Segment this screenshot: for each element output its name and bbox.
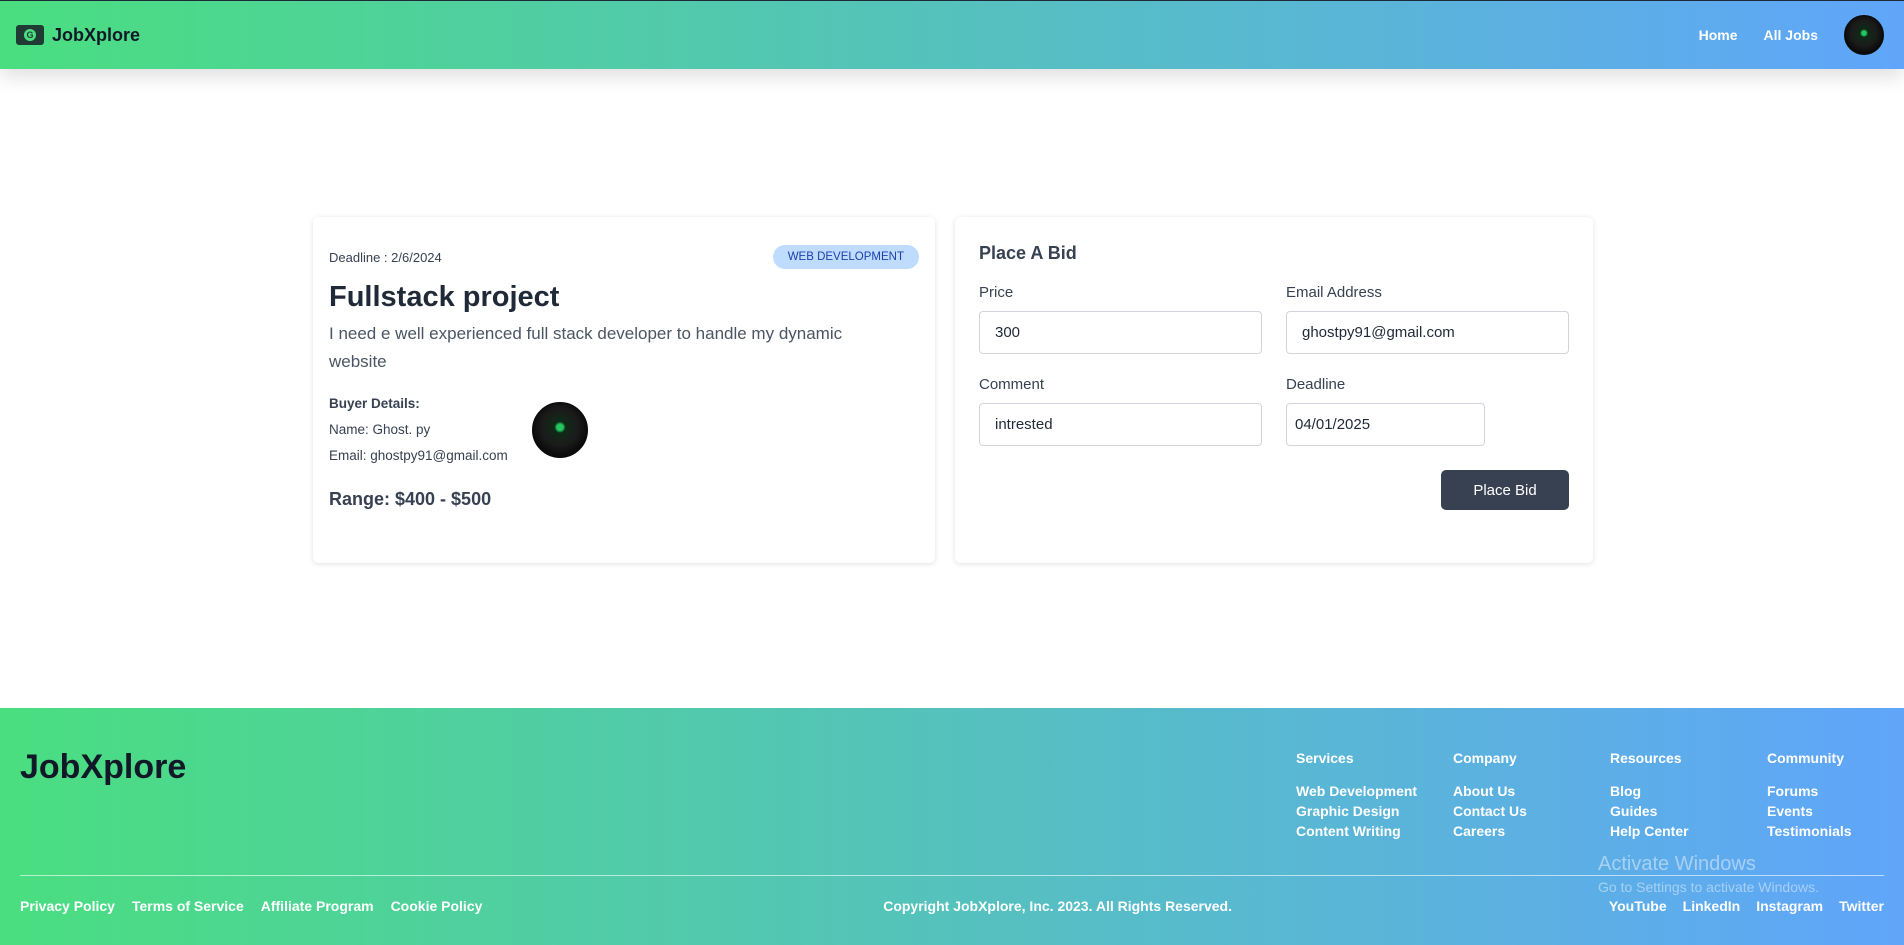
price-input[interactable]: [979, 311, 1262, 354]
navbar: G JobXplore Home All Jobs: [0, 0, 1904, 69]
price-group: Price: [979, 284, 1262, 354]
footer-col-title: Company: [1453, 750, 1517, 766]
bid-form: Price Email Address Comment Deadline: [979, 284, 1569, 446]
footer-link-content-writing[interactable]: Content Writing: [1296, 821, 1453, 841]
watermark-subtitle: Go to Settings to activate Windows.: [1598, 879, 1819, 895]
footer-link-careers[interactable]: Careers: [1453, 821, 1610, 841]
footer: JobXplore Services Web Development Graph…: [0, 708, 1904, 945]
watermark-title: Activate Windows: [1598, 853, 1756, 875]
place-bid-card: Place A Bid Price Email Address Comment …: [955, 217, 1593, 563]
email-label: Email Address: [1286, 284, 1382, 301]
footer-col-title: Resources: [1610, 750, 1682, 766]
job-meta: Deadline : 2/6/2024 WEB DEVELOPMENT: [329, 245, 919, 269]
footer-col-resources: Resources Blog Guides Help Center: [1610, 750, 1767, 841]
buyer-info: Buyer Details: Name: Ghost. py Email: gh…: [329, 396, 532, 463]
place-bid-button[interactable]: Place Bid: [1441, 470, 1569, 510]
footer-link-testimonials[interactable]: Testimonials: [1767, 821, 1904, 841]
privacy-policy-link[interactable]: Privacy Policy: [20, 898, 115, 914]
deadline-input[interactable]: [1286, 403, 1485, 446]
brand-logo-icon: G: [16, 25, 44, 45]
buyer-heading: Buyer Details:: [329, 396, 420, 411]
footer-col-company: Company About Us Contact Us Careers: [1453, 750, 1610, 841]
buyer-avatar: [532, 401, 588, 458]
footer-bottom: Privacy Policy Terms of Service Affiliat…: [20, 898, 1884, 914]
job-description: I need e well experienced full stack dev…: [329, 324, 843, 371]
twitter-link[interactable]: Twitter: [1839, 898, 1884, 914]
affiliate-program-link[interactable]: Affiliate Program: [261, 898, 374, 914]
copyright-text: Copyright JobXplore, Inc. 2023. All Righ…: [883, 898, 1232, 914]
footer-link-help-center[interactable]: Help Center: [1610, 821, 1767, 841]
social-links: YouTube LinkedIn Instagram Twitter: [1609, 898, 1884, 914]
nav-link-all-jobs[interactable]: All Jobs: [1764, 27, 1818, 43]
email-input[interactable]: [1286, 311, 1569, 354]
comment-label: Comment: [979, 376, 1045, 393]
job-title: Fullstack project: [329, 281, 560, 313]
bid-form-title: Place A Bid: [979, 243, 1077, 263]
footer-col-title: Community: [1767, 750, 1844, 766]
footer-link-blog[interactable]: Blog: [1610, 781, 1767, 801]
cookie-policy-link[interactable]: Cookie Policy: [391, 898, 483, 914]
nav-right: Home All Jobs: [1699, 15, 1884, 55]
nav-link-home[interactable]: Home: [1699, 27, 1738, 43]
footer-columns: Services Web Development Graphic Design …: [1296, 750, 1904, 841]
email-group: Email Address: [1286, 284, 1569, 354]
footer-col-community: Community Forums Events Testimonials: [1767, 750, 1904, 841]
buyer-details: Buyer Details: Name: Ghost. py Email: gh…: [329, 396, 919, 463]
footer-link-graphic-design[interactable]: Graphic Design: [1296, 801, 1453, 821]
buyer-name: Name: Ghost. py: [329, 422, 431, 437]
footer-link-web-development[interactable]: Web Development: [1296, 781, 1453, 801]
comment-group: Comment: [979, 376, 1262, 446]
category-badge: WEB DEVELOPMENT: [772, 245, 919, 269]
price-range: Range: $400 - $500: [329, 489, 492, 509]
brand[interactable]: G JobXplore: [16, 25, 140, 46]
footer-legal-links: Privacy Policy Terms of Service Affiliat…: [20, 898, 482, 914]
job-details-card: Deadline : 2/6/2024 WEB DEVELOPMENT Full…: [313, 217, 935, 563]
deadline-label: Deadline: [1286, 376, 1346, 393]
youtube-link[interactable]: YouTube: [1609, 898, 1667, 914]
bid-actions: Place Bid: [979, 470, 1569, 510]
linkedin-link[interactable]: LinkedIn: [1683, 898, 1741, 914]
price-label: Price: [979, 284, 1014, 301]
footer-col-title: Services: [1296, 750, 1354, 766]
brand-name: JobXplore: [52, 24, 141, 45]
footer-col-services: Services Web Development Graphic Design …: [1296, 750, 1453, 841]
job-deadline: Deadline : 2/6/2024: [329, 249, 442, 265]
buyer-email: Email: ghostpy91@gmail.com: [329, 448, 508, 463]
footer-link-guides[interactable]: Guides: [1610, 801, 1767, 821]
footer-link-contact-us[interactable]: Contact Us: [1453, 801, 1610, 821]
footer-link-forums[interactable]: Forums: [1767, 781, 1904, 801]
footer-link-about-us[interactable]: About Us: [1453, 781, 1610, 801]
windows-activation-watermark: Activate Windows Go to Settings to activ…: [1598, 853, 1819, 895]
comment-input[interactable]: [979, 403, 1262, 446]
footer-brand: JobXplore: [20, 748, 187, 786]
instagram-link[interactable]: Instagram: [1756, 898, 1823, 914]
footer-link-events[interactable]: Events: [1767, 801, 1904, 821]
deadline-group: Deadline: [1286, 376, 1569, 446]
terms-of-service-link[interactable]: Terms of Service: [132, 898, 244, 914]
user-avatar[interactable]: [1844, 15, 1884, 55]
